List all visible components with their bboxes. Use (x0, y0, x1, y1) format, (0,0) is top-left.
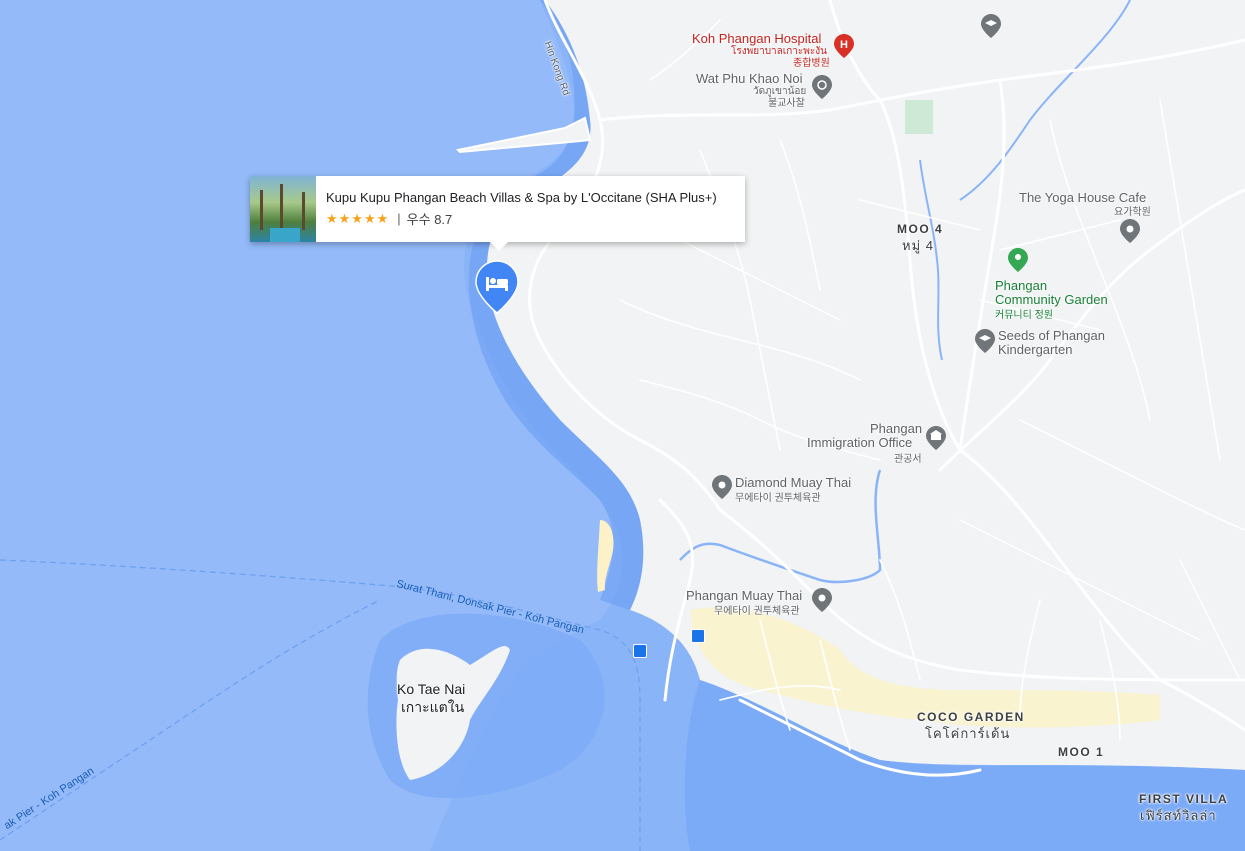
phangan-muay-thai-name[interactable]: Phangan Muay Thai (686, 588, 802, 603)
area-coco-garden-thai: โคโค่การ์เด้น (925, 726, 1011, 741)
svg-text:H: H (840, 39, 848, 51)
island-name: Ko Tae Nai (397, 681, 466, 697)
hotel-info-card[interactable]: Kupu Kupu Phangan Beach Villas & Spa by … (250, 176, 745, 251)
phangan-muay-thai-korean: 무에타이 권투체육관 (714, 606, 800, 617)
kindergarten-icon[interactable] (975, 329, 995, 353)
yoga-pin-icon[interactable] (1120, 219, 1140, 243)
government-icon[interactable] (926, 426, 946, 450)
immigration-korean: 관공서 (894, 454, 922, 465)
park-area (905, 100, 933, 134)
ferry-terminal-icon-2[interactable] (691, 629, 705, 643)
hotel-review-score: 우수 8.7 (406, 212, 453, 227)
area-first-villa: FIRST VILLA (1139, 792, 1229, 806)
garden-icon[interactable] (1008, 248, 1028, 272)
diamond-muay-thai-korean: 무에타이 권투체육관 (735, 493, 821, 504)
area-moo4-thai: หมู่ 4 (902, 238, 934, 253)
school-icon[interactable] (981, 14, 1001, 38)
diamond-muay-thai-name[interactable]: Diamond Muay Thai (735, 475, 851, 490)
hospital-korean-name: 종합병원 (793, 58, 830, 69)
kindergarten-name-line1[interactable]: Seeds of Phangan (998, 328, 1105, 343)
hotel-star-rating: ★★★★★ (326, 210, 390, 226)
garden-name-line2[interactable]: Community Garden (995, 293, 1108, 307)
immigration-line1[interactable]: Phangan (870, 421, 922, 436)
immigration-line2[interactable]: Immigration Office (807, 435, 912, 450)
hotel-marker-icon[interactable] (475, 260, 519, 314)
hotel-name[interactable]: Kupu Kupu Phangan Beach Villas & Spa by … (326, 190, 717, 205)
phangan-muay-thai-pin[interactable] (812, 588, 832, 612)
yoga-cafe-korean: 요가학원 (1114, 207, 1151, 218)
temple-icon[interactable] (812, 75, 832, 99)
kindergarten-name-line2[interactable]: Kindergarten (998, 342, 1072, 357)
rating-separator: | (397, 211, 401, 226)
wat-korean-name: 불교사찰 (768, 98, 805, 109)
garden-korean: 커뮤니티 정원 (995, 310, 1053, 321)
garden-name-line1[interactable]: Phangan (995, 279, 1047, 293)
island-thai-name: เกาะแตใน (401, 699, 465, 715)
ferry-terminal-icon[interactable] (633, 644, 647, 658)
area-moo4: MOO 4 (897, 222, 944, 236)
area-coco-garden: COCO GARDEN (917, 710, 1025, 724)
area-first-villa-thai: เฟิร์สท์วิลล่า (1140, 808, 1217, 823)
hospital-icon[interactable]: H (834, 34, 854, 58)
area-moo1: MOO 1 (1058, 745, 1105, 759)
map-canvas[interactable] (0, 0, 1245, 851)
hotel-thumbnail[interactable] (250, 176, 316, 242)
diamond-muay-thai-pin[interactable] (712, 475, 732, 499)
